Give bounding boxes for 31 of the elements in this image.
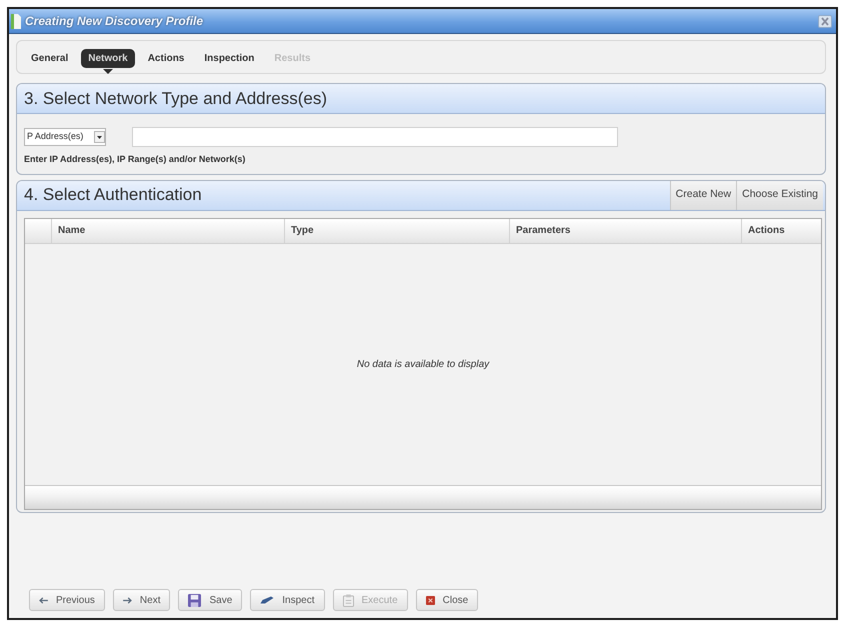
column-header: Parameters: [509, 218, 741, 242]
column-header: Name: [51, 218, 284, 242]
close-icon: [819, 16, 831, 26]
panel-title: 3. Select Network Type and Address(es): [23, 88, 328, 110]
address-input-field[interactable]: [132, 127, 618, 147]
header-button[interactable]: Choose Existing: [736, 180, 823, 210]
column-header: Type: [284, 218, 509, 242]
document-icon: [11, 14, 21, 28]
footer-button[interactable]: Inspect: [250, 589, 325, 611]
tab[interactable]: General: [24, 49, 76, 68]
empty-message: No data is available to display: [356, 358, 490, 372]
column-header: Actions: [741, 218, 821, 242]
footer-button[interactable]: Close: [416, 589, 478, 611]
arrow-left-icon: [39, 596, 48, 604]
panel-title: 4. Select Authentication: [23, 184, 203, 206]
header-button[interactable]: Create New: [670, 180, 736, 210]
close-icon: [426, 596, 435, 604]
pencil-icon: [260, 596, 274, 604]
clipboard-icon: [342, 594, 354, 606]
footer-button[interactable]: Previous: [29, 589, 105, 611]
footer-button[interactable]: Next: [112, 589, 170, 611]
tab[interactable]: Actions: [140, 49, 192, 68]
footer-button[interactable]: Save: [178, 589, 242, 611]
window-title: Creating New Discovery Profile: [25, 13, 204, 30]
network-type-select[interactable]: P Address(es): [24, 128, 106, 146]
tab[interactable]: Inspection: [197, 49, 262, 68]
hint-text: Enter IP Address(es), IP Range(s) and/or Network(s): [24, 153, 246, 166]
window-close-button[interactable]: [818, 14, 832, 28]
tab-pointer-icon: [102, 69, 113, 74]
arrow-right-icon: [122, 596, 132, 604]
caret-icon: [94, 131, 105, 143]
